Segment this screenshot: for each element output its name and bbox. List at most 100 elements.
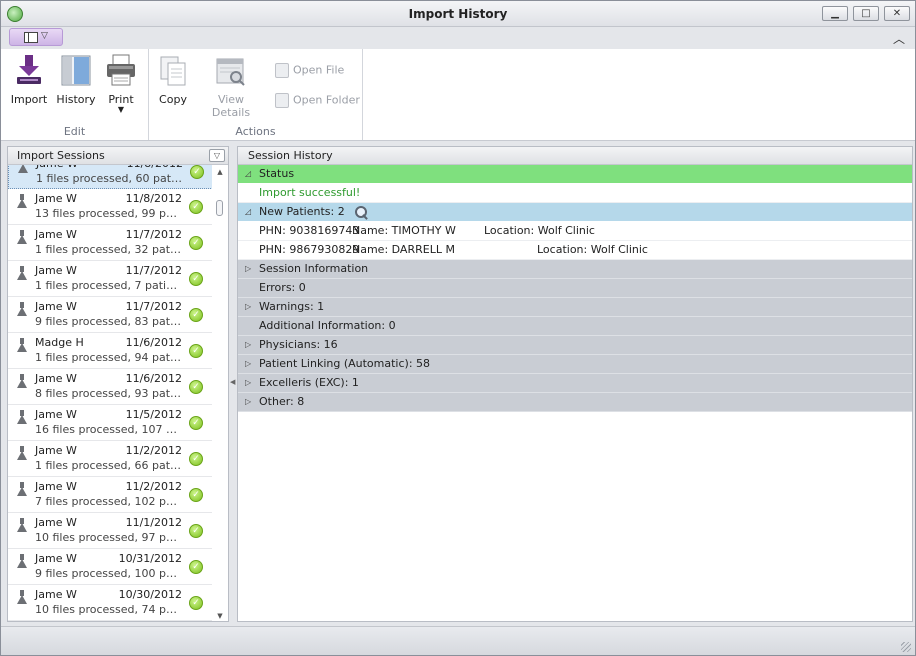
print-button[interactable]: Print ▼ [101, 53, 141, 114]
expand-triangle-icon[interactable]: ▷ [245, 336, 251, 354]
new-patients-section-header[interactable]: ◿ New Patients: 2 [238, 203, 912, 222]
success-check-icon: ✓ [189, 308, 203, 322]
quick-access-bar: ▽ ︿ [1, 27, 915, 49]
session-user: Jame W [35, 588, 77, 601]
expand-triangle-icon[interactable]: ▷ [245, 374, 251, 392]
search-icon[interactable] [354, 205, 368, 219]
session-list-item[interactable]: Jame W 11/2/2012 1 files processed, 66 pat… [8, 441, 213, 477]
collapse-ribbon-icon[interactable]: ︿ [893, 30, 905, 47]
import-sessions-header: Import Sessions ▽ [8, 147, 228, 165]
session-list-item[interactable]: Jame W 11/5/2012 16 files processed, 107 p… [8, 405, 213, 441]
flask-icon [17, 518, 27, 532]
status-message-row: Import successful! [238, 184, 912, 203]
expand-triangle-icon[interactable]: ▷ [245, 355, 251, 373]
expand-triangle-icon[interactable]: ▷ [245, 260, 251, 278]
close-button[interactable]: ✕ [884, 6, 910, 21]
flask-icon [17, 482, 27, 496]
session-user: Jame W [35, 552, 77, 565]
patient-name: Name: TIMOTHY W [352, 224, 456, 237]
copy-icon [157, 53, 189, 87]
maximize-button[interactable]: □ [853, 6, 879, 21]
session-date: 11/7/2012 [125, 228, 182, 241]
session-date: 11/1/2012 [125, 516, 182, 529]
flask-icon [17, 302, 27, 316]
session-information-section-header[interactable]: ▷ Session Information [238, 260, 912, 279]
session-list-item[interactable]: Jame W 11/2/2012 7 files processed, 102 pa… [8, 477, 213, 513]
session-list-item[interactable]: Jame W 11/7/2012 1 files processed, 7 pati… [8, 261, 213, 297]
session-list-item[interactable]: Jame W 11/6/2012 8 files processed, 93 pat… [8, 369, 213, 405]
session-user: Jame W [35, 372, 77, 385]
status-bar [1, 626, 915, 655]
panel-splitter[interactable]: ◀ [229, 146, 237, 622]
collapse-left-icon[interactable]: ◀ [230, 378, 235, 386]
excelleris-section-header[interactable]: ▷ Excelleris (EXC): 1 [238, 374, 912, 393]
session-list-item[interactable]: Jame W 11/8/2012 1 files processed, 60 pat… [8, 165, 213, 189]
open-file-label: Open File [293, 63, 345, 77]
expand-triangle-icon[interactable]: ▷ [245, 393, 251, 411]
success-check-icon: ✓ [189, 344, 203, 358]
import-sessions-panel: Import Sessions ▽ Jame W 11/8/2012 1 files… [7, 146, 229, 622]
expand-triangle-icon[interactable]: ▷ [245, 298, 251, 316]
warnings-section-header[interactable]: ▷ Warnings: 1 [238, 298, 912, 317]
scroll-down-icon[interactable]: ▼ [212, 609, 228, 621]
session-list-scrollbar[interactable]: ▲ ▼ [212, 165, 228, 621]
session-date: 11/7/2012 [125, 264, 182, 277]
scroll-thumb[interactable] [216, 200, 223, 216]
session-list-item[interactable]: Jame W 11/8/2012 13 files processed, 99 pa… [8, 189, 213, 225]
session-history-header: Session History [238, 147, 912, 165]
session-information-label: Session Information [259, 262, 369, 275]
success-check-icon: ✓ [190, 165, 204, 179]
patient-row[interactable]: PHN: 9867930829 Name: DARRELL M Location… [238, 241, 912, 260]
session-list-item[interactable]: Madge H 11/6/2012 1 files processed, 94 pa… [8, 333, 213, 369]
view-details-label: View Details [211, 93, 251, 119]
session-user: Jame W [35, 444, 77, 457]
session-date: 11/2/2012 [125, 480, 182, 493]
flask-icon [17, 266, 27, 280]
collapse-triangle-icon[interactable]: ◿ [245, 203, 251, 221]
import-icon [13, 53, 45, 87]
status-message: Import successful! [259, 186, 361, 199]
title-bar: Import History ▁ □ ✕ [1, 1, 915, 27]
patient-location: Location: Wolf Clinic [484, 224, 595, 237]
chevron-down-icon: ▽ [41, 31, 48, 41]
session-list-item[interactable]: Jame W 11/1/2012 10 files processed, 97 pa… [8, 513, 213, 549]
filter-icon[interactable]: ▽ [209, 149, 225, 162]
session-list-item[interactable]: Jame W 11/7/2012 1 files processed, 32 pat… [8, 225, 213, 261]
session-list-item[interactable]: Jame W 10/31/2012 9 files processed, 100 p… [8, 549, 213, 585]
history-button[interactable]: History [54, 53, 98, 106]
open-file-button[interactable]: Open File [275, 63, 344, 78]
other-section-header[interactable]: ▷ Other: 8 [238, 393, 912, 412]
printer-icon [105, 53, 137, 87]
session-user: Jame W [35, 408, 77, 421]
session-list-item[interactable]: Jame W 10/30/2012 10 files processed, 74 p… [8, 585, 213, 621]
open-folder-button[interactable]: Open Folder [275, 93, 360, 108]
patient-linking-section-header[interactable]: ▷ Patient Linking (Automatic): 58 [238, 355, 912, 374]
session-history-title: Session History [248, 149, 333, 162]
session-description: 1 files processed, 66 patients [35, 459, 183, 472]
import-label: Import [10, 93, 48, 106]
session-user: Jame W [35, 300, 77, 313]
collapse-triangle-icon[interactable]: ◿ [245, 165, 251, 183]
ribbon-group-actions: Copy View Details Open File Open Folder … [149, 49, 363, 140]
session-list-item[interactable]: Jame W 11/7/2012 9 files processed, 83 pat… [8, 297, 213, 333]
patient-row[interactable]: PHN: 9038169743 Name: TIMOTHY W Location… [238, 222, 912, 241]
status-section-header[interactable]: ◿ Status [238, 165, 912, 184]
session-user: Jame W [35, 192, 77, 205]
physicians-section-header[interactable]: ▷ Physicians: 16 [238, 336, 912, 355]
layout-menu-button[interactable]: ▽ [9, 28, 63, 46]
flask-icon [17, 230, 27, 244]
print-dropdown-icon[interactable]: ▼ [101, 106, 141, 114]
layout-icon [24, 32, 38, 43]
session-description: 1 files processed, 32 patients [35, 243, 183, 256]
view-details-button[interactable]: View Details [199, 53, 263, 119]
resize-grip-icon[interactable] [901, 642, 911, 652]
copy-button[interactable]: Copy [155, 53, 191, 106]
ribbon-group-edit-label: Edit [63, 125, 86, 138]
scroll-up-icon[interactable]: ▲ [212, 165, 228, 179]
minimize-button[interactable]: ▁ [822, 6, 848, 21]
session-description: 10 files processed, 97 patients [35, 531, 183, 544]
warnings-label: Warnings: 1 [259, 300, 325, 313]
import-button[interactable]: Import [7, 53, 51, 106]
success-check-icon: ✓ [189, 488, 203, 502]
success-check-icon: ✓ [189, 236, 203, 250]
